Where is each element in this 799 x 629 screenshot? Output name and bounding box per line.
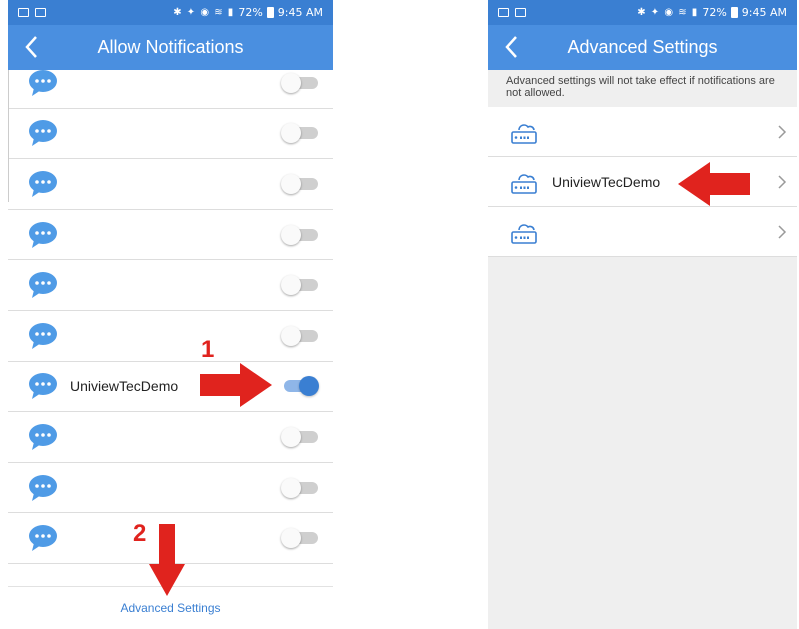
- step-2-label: 2: [133, 520, 147, 547]
- step-2-arrow-icon: [149, 524, 185, 596]
- clock: 9:45 AM: [741, 6, 787, 19]
- title-bar: Allow Notifications: [8, 25, 333, 70]
- pointer-arrow-icon: [678, 162, 750, 206]
- status-bar: ✱ ✦ ◉ ≋ ▮ 72% 9:45 AM: [8, 0, 333, 25]
- chat-bubble-icon: [29, 120, 57, 147]
- notification-row: [8, 412, 333, 463]
- chat-bubble-icon: [29, 272, 57, 299]
- gallery-icon: [498, 8, 509, 17]
- allow-notifications-screen: ✱ ✦ ◉ ≋ ▮ 72% 9:45 AM Allow Notification…: [8, 0, 333, 629]
- notification-row: [8, 209, 333, 261]
- notification-row: UniviewTecDemo: [8, 361, 333, 413]
- device-row[interactable]: UniviewTecDemo: [488, 157, 797, 207]
- clipboard-icon: [35, 8, 46, 17]
- step-1-arrow-icon: [200, 363, 272, 407]
- notification-toggle[interactable]: [281, 224, 319, 245]
- chat-bubble-icon: [29, 170, 57, 197]
- page-title: Allow Notifications: [97, 37, 244, 57]
- notification-toggle[interactable]: [281, 275, 319, 296]
- status-bar: ✱ ✦ ◉ ≋ ▮ 72% 9:45 AM: [488, 0, 797, 25]
- title-bar: Advanced Settings: [488, 25, 797, 70]
- clock: 9:45 AM: [277, 6, 323, 19]
- nvr-cloud-icon: [511, 173, 537, 194]
- status-icons: ✱ ✦ ◉ ≋ ▮: [637, 7, 699, 18]
- notification-row: [8, 462, 333, 514]
- advanced-settings-screen: ✱ ✦ ◉ ≋ ▮ 72% 9:45 AM Advanced Settings …: [488, 0, 797, 629]
- chat-bubble-icon: [29, 423, 57, 450]
- notification-row: [8, 159, 333, 210]
- back-arrow-icon[interactable]: [20, 33, 44, 61]
- battery-percent: 72%: [238, 6, 263, 19]
- chevron-right-icon: [778, 174, 787, 189]
- notification-row: [8, 310, 333, 362]
- notification-toggle[interactable]: [281, 376, 319, 397]
- notification-toggle[interactable]: [281, 123, 319, 144]
- gallery-icon: [18, 8, 29, 17]
- battery-icon: [730, 7, 738, 18]
- page-title: Advanced Settings: [567, 37, 718, 57]
- notification-toggle[interactable]: [281, 72, 319, 93]
- notification-toggle[interactable]: [281, 173, 319, 194]
- notification-toggle[interactable]: [281, 325, 319, 346]
- chevron-right-icon: [778, 124, 787, 139]
- advanced-settings-link[interactable]: Advanced Settings: [120, 601, 220, 615]
- nvr-cloud-icon: [511, 123, 537, 144]
- notification-row: [8, 108, 333, 160]
- notification-list[interactable]: UniviewTecDemo: [8, 70, 333, 586]
- scroll-edge: [8, 70, 9, 202]
- battery-percent: 72%: [702, 6, 727, 19]
- chevron-right-icon: [778, 224, 787, 239]
- page: ✱ ✦ ◉ ≋ ▮ 72% 9:45 AM Allow Notification…: [0, 0, 799, 629]
- chat-bubble-icon: [29, 322, 57, 349]
- step-1-label: 1: [201, 336, 215, 363]
- notification-toggle[interactable]: [281, 477, 319, 498]
- status-icons: ✱ ✦ ◉ ≋ ▮: [173, 7, 235, 18]
- device-row[interactable]: [488, 107, 797, 157]
- chat-bubble-icon: [29, 70, 57, 96]
- clipboard-icon: [515, 8, 526, 17]
- notification-toggle[interactable]: [281, 426, 319, 447]
- chat-bubble-icon: [29, 525, 57, 552]
- chat-bubble-icon: [29, 221, 57, 248]
- notice-text: Advanced settings will not take effect i…: [488, 70, 797, 107]
- back-arrow-icon[interactable]: [500, 33, 524, 61]
- device-row[interactable]: [488, 207, 797, 257]
- notification-toggle[interactable]: [281, 528, 319, 549]
- notification-row: [8, 260, 333, 311]
- device-list: UniviewTecDemo: [488, 107, 797, 257]
- chat-bubble-icon: [29, 373, 57, 400]
- battery-icon: [266, 7, 274, 18]
- notification-row: [8, 70, 333, 109]
- chat-bubble-icon: [29, 474, 57, 501]
- nvr-cloud-icon: [511, 223, 537, 244]
